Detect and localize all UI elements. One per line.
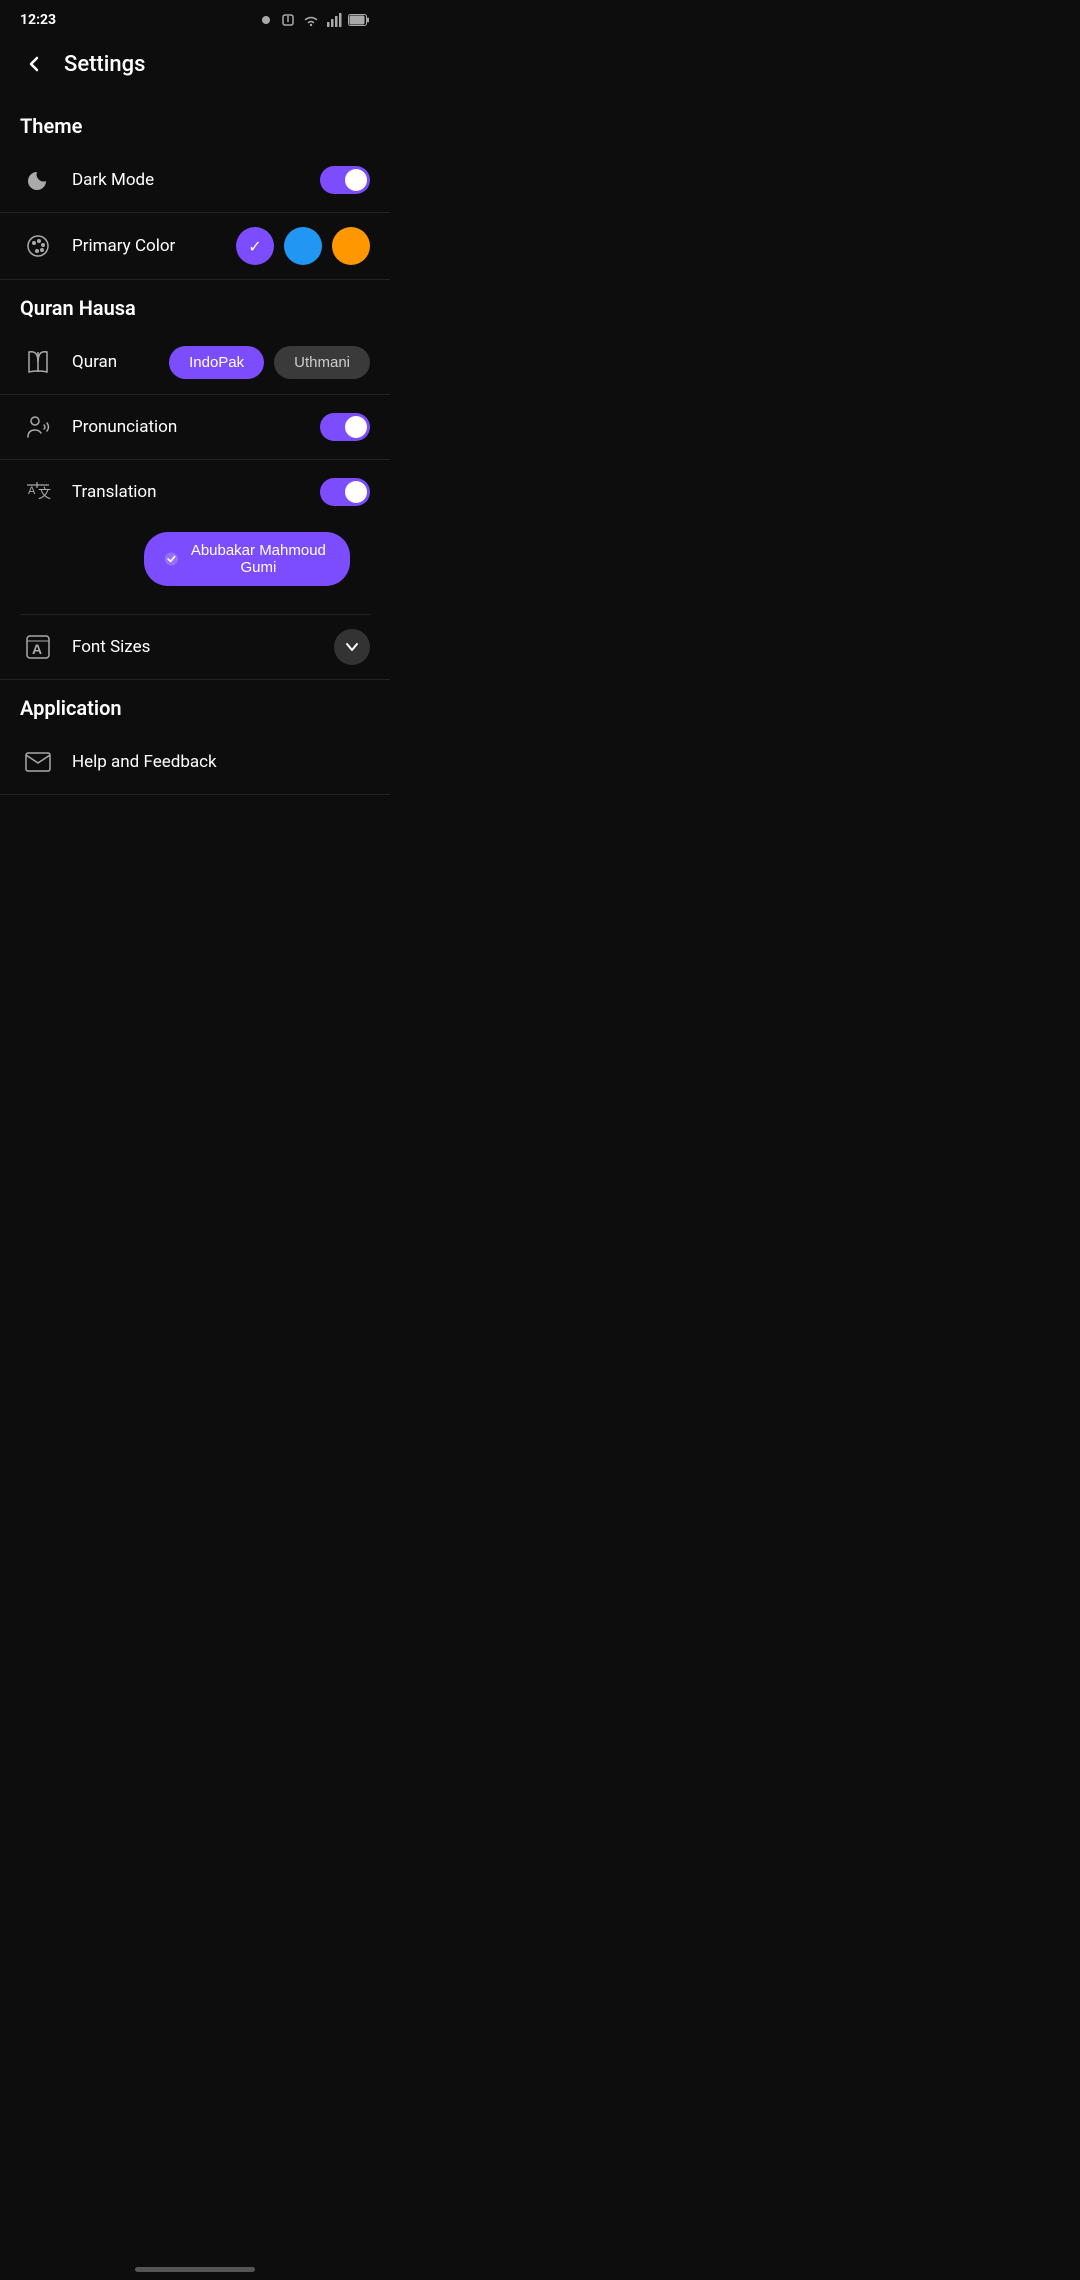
moon-icon bbox=[25, 167, 51, 193]
svg-text:A: A bbox=[32, 641, 42, 657]
primary-color-icon bbox=[20, 228, 56, 264]
back-arrow-icon bbox=[22, 52, 46, 76]
shield-icon bbox=[280, 12, 296, 28]
top-bar: Settings bbox=[0, 36, 390, 98]
quran-icon bbox=[20, 344, 56, 380]
help-feedback-icon bbox=[20, 744, 56, 780]
font-sizes-row[interactable]: A Font Sizes bbox=[0, 615, 390, 680]
translation-icon: A 文 bbox=[20, 474, 56, 510]
primary-color-label: Primary Color bbox=[72, 236, 236, 256]
book-icon bbox=[24, 348, 52, 376]
chevron-down-icon bbox=[343, 638, 361, 656]
back-button[interactable] bbox=[16, 46, 52, 82]
quran-style-buttons: IndoPak Uthmani bbox=[169, 346, 370, 379]
pronunciation-toggle[interactable] bbox=[320, 413, 370, 441]
dark-mode-toggle-knob bbox=[345, 169, 367, 191]
dark-mode-label: Dark Mode bbox=[72, 170, 320, 190]
status-icons bbox=[258, 12, 370, 28]
wifi-icon bbox=[302, 13, 320, 27]
indopak-button[interactable]: IndoPak bbox=[169, 346, 264, 379]
translation-dropdown-container: Abubakar Mahmoud Gumi bbox=[0, 524, 390, 614]
pronunciation-toggle-knob bbox=[345, 416, 367, 438]
color-options: ✓ bbox=[236, 227, 370, 265]
translate-icon: A 文 bbox=[24, 478, 52, 506]
check-mark: ✓ bbox=[248, 237, 261, 256]
svg-text:A: A bbox=[28, 485, 36, 497]
font-sizes-icon: A bbox=[20, 629, 56, 665]
translation-toggle-knob bbox=[345, 481, 367, 503]
page-title: Settings bbox=[64, 52, 145, 77]
home-indicator bbox=[0, 2255, 390, 2280]
notification-icon bbox=[258, 12, 274, 28]
quran-label: Quran bbox=[72, 352, 169, 372]
quran-row: Quran IndoPak Uthmani bbox=[0, 330, 390, 395]
status-time: 12:23 bbox=[20, 12, 56, 28]
dark-mode-icon bbox=[20, 162, 56, 198]
color-blue[interactable] bbox=[284, 227, 322, 265]
theme-section-header: Theme bbox=[0, 98, 390, 148]
font-size-svg-icon: A bbox=[24, 633, 52, 661]
translation-label: Translation bbox=[72, 482, 320, 502]
primary-color-row: Primary Color ✓ bbox=[0, 213, 390, 280]
palette-icon bbox=[25, 233, 51, 259]
help-feedback-label: Help and Feedback bbox=[72, 752, 370, 772]
translation-toggle[interactable] bbox=[320, 478, 370, 506]
dark-mode-row: Dark Mode bbox=[0, 148, 390, 213]
pronunciation-svg-icon bbox=[24, 413, 52, 441]
font-sizes-dropdown[interactable] bbox=[334, 629, 370, 665]
pronunciation-row: Pronunciation bbox=[0, 395, 390, 460]
mail-icon bbox=[24, 750, 52, 774]
help-feedback-row[interactable]: Help and Feedback bbox=[0, 730, 390, 795]
svg-text:文: 文 bbox=[38, 486, 51, 501]
battery-icon bbox=[348, 14, 370, 26]
status-bar: 12:23 bbox=[0, 0, 390, 36]
pronunciation-label: Pronunciation bbox=[72, 417, 320, 437]
translation-row: A 文 Translation bbox=[0, 460, 390, 524]
color-purple[interactable]: ✓ bbox=[236, 227, 274, 265]
color-orange[interactable] bbox=[332, 227, 370, 265]
application-section-header: Application bbox=[0, 680, 390, 730]
dark-mode-toggle[interactable] bbox=[320, 166, 370, 194]
pronunciation-icon bbox=[20, 409, 56, 445]
home-bar bbox=[135, 2267, 255, 2272]
font-sizes-label: Font Sizes bbox=[72, 637, 334, 657]
check-circle-icon bbox=[164, 550, 179, 568]
uthmani-button[interactable]: Uthmani bbox=[274, 346, 370, 379]
translation-name: Abubakar Mahmoud Gumi bbox=[187, 542, 330, 576]
translation-translator-button[interactable]: Abubakar Mahmoud Gumi bbox=[144, 532, 350, 586]
signal-icon bbox=[326, 13, 342, 27]
quran-hausa-section-header: Quran Hausa bbox=[0, 280, 390, 330]
